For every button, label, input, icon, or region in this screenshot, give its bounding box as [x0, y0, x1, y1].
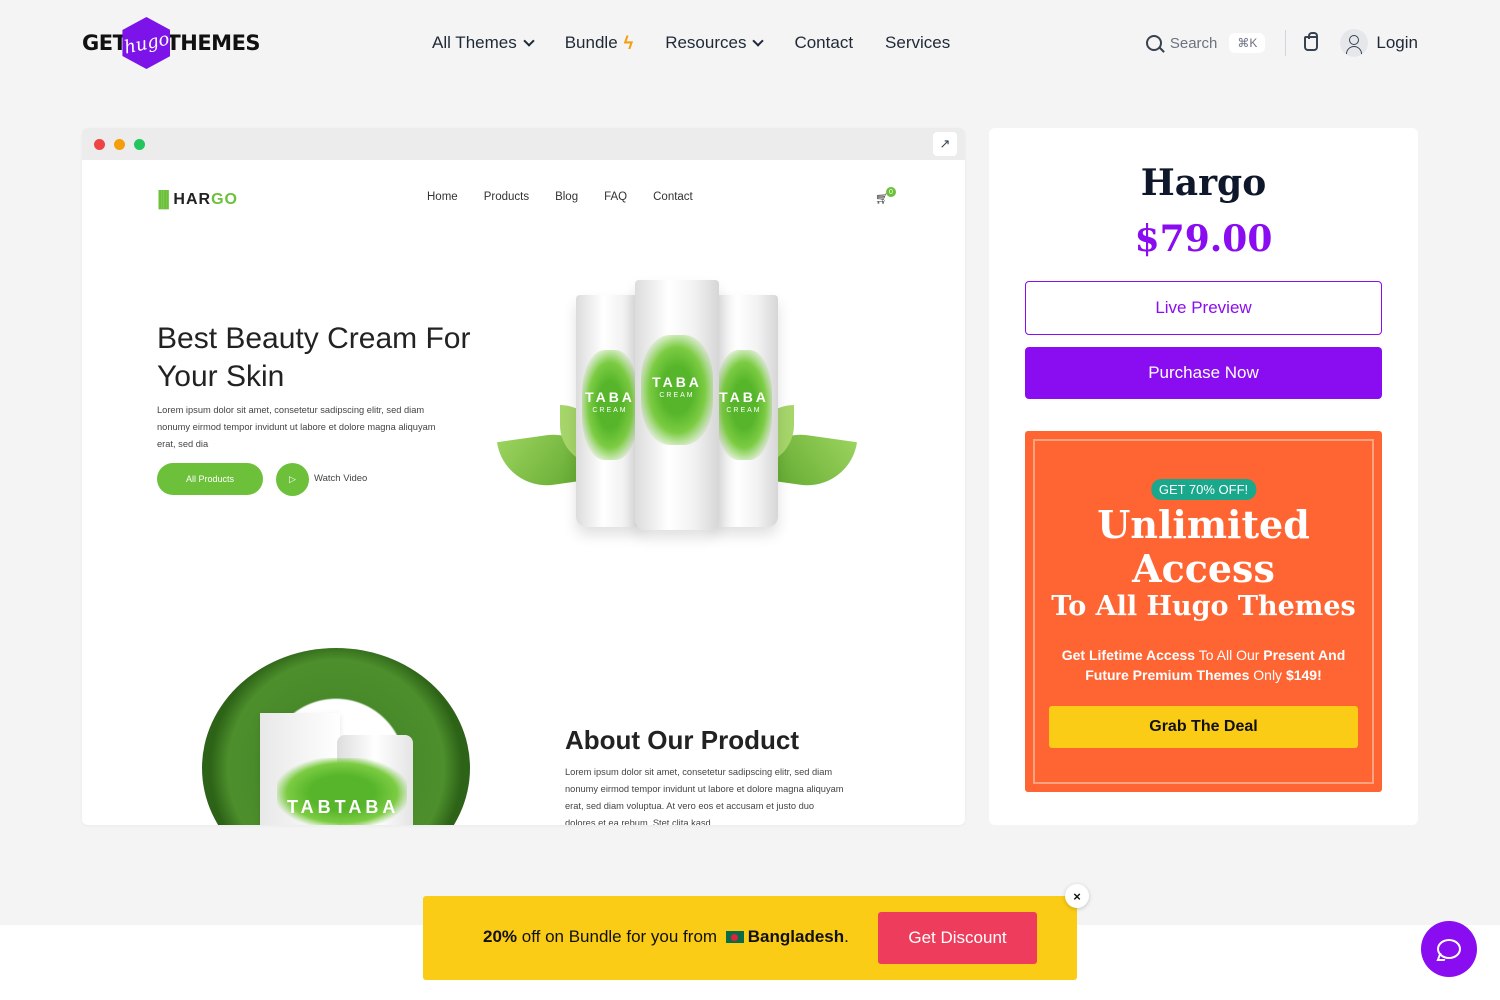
bangladesh-flag-icon [725, 931, 744, 943]
about-title: About Our Product [565, 725, 799, 755]
promo-percent: 20% [483, 927, 518, 946]
chat-button[interactable] [1421, 921, 1477, 977]
chevron-down-icon [752, 34, 765, 47]
hero-title: Best Beauty Cream For Your Skin [157, 322, 471, 393]
preview-nav-blog[interactable]: Blog [555, 191, 578, 203]
nav-all-themes-label: All Themes [432, 33, 517, 52]
tube-label: TABA [719, 389, 769, 405]
nav-resources[interactable]: Resources [665, 33, 765, 53]
live-preview-button[interactable]: Live Preview [1025, 281, 1382, 335]
close-icon[interactable]: × [1065, 884, 1089, 908]
tube-label: TABA [652, 374, 702, 390]
user-icon [1340, 29, 1369, 57]
deal-headline: Unlimited Access [1097, 502, 1310, 591]
nav-services-label: Services [885, 33, 951, 52]
deal-description: Get Lifetime Access To All Our Present A… [1045, 645, 1362, 685]
nav-bundle[interactable]: Bundle ϟ [565, 33, 633, 54]
open-external-icon[interactable]: ↗ [933, 132, 957, 156]
logo-hugo-text: hugo [121, 27, 171, 59]
promo-period: . [844, 927, 849, 946]
deal-text-bold-1: Get Lifetime Access [1061, 647, 1196, 663]
header-divider [1285, 30, 1287, 56]
hero-text: Lorem ipsum dolor sit amet, consetetur s… [157, 405, 436, 449]
window-close-dot [94, 139, 105, 150]
tube-sublabel: CREAM [726, 407, 762, 414]
cream-tube: TABA CREAM [635, 280, 719, 530]
nav-contact-label: Contact [794, 33, 854, 52]
gethugothemes-logo[interactable]: GET hugo THEMES [82, 17, 261, 69]
deal-text-1: To All Our [1195, 647, 1264, 663]
discount-badge: GET 70% OFF! [1150, 479, 1257, 500]
green-splash [582, 350, 638, 460]
play-icon[interactable]: ▷ [276, 463, 309, 496]
promo-text: 20% off on Bundle for you from Banglades… [483, 927, 849, 947]
hargo-logo-text-a: HAR [173, 190, 212, 208]
preview-nav-faq[interactable]: FAQ [604, 191, 627, 203]
tube-sublabel: CREAM [659, 392, 695, 399]
search-shortcut: ⌘K [1229, 33, 1266, 53]
hargo-logo-mark: |||| [157, 188, 171, 210]
bundle-deal-banner: GET 70% OFF! Unlimited Access To All Hug… [1025, 431, 1382, 792]
deal-subheadline: To All Hugo Themes [1051, 591, 1356, 622]
cart-count-badge: 0 [886, 187, 896, 197]
purchase-now-button[interactable]: Purchase Now [1025, 347, 1382, 399]
window-minimize-dot [114, 139, 125, 150]
get-discount-button[interactable]: Get Discount [878, 912, 1037, 964]
green-splash [641, 335, 713, 445]
hargo-logo[interactable]: |||| HARGO [157, 188, 238, 211]
main-nav: All Themes Bundle ϟ Resources Contact Ser… [432, 0, 950, 86]
about-text: Lorem ipsum dolor sit amet, consetetur s… [565, 767, 844, 825]
bolt-icon: ϟ [623, 32, 634, 53]
green-splash [716, 350, 772, 460]
tube-label: TABA [585, 389, 635, 405]
cream-tube: TABA CREAM [576, 295, 644, 527]
nav-all-themes[interactable]: All Themes [432, 33, 535, 53]
preview-site: |||| HARGO Home Products Blog FAQ Contac… [82, 160, 965, 825]
deal-text-bold-3: $149! [1285, 667, 1322, 683]
all-products-button[interactable]: All Products [157, 463, 263, 495]
hargo-logo-text: HARGO [173, 191, 238, 209]
hargo-logo-text-b: GO [211, 190, 238, 208]
preview-nav-home[interactable]: Home [427, 191, 458, 203]
hero-product-image: TABA CREAM TABA CREAM TABA CREAM [497, 275, 857, 535]
header-actions: Search ⌘K Login [1145, 0, 1418, 86]
top-header: GET hugo THEMES All Themes Bundle ϟ Resou… [82, 0, 1418, 86]
nav-bundle-label: Bundle [564, 33, 618, 52]
shopping-bag-icon[interactable] [1304, 31, 1319, 51]
discount-promo-bar: 20% off on Bundle for you from Banglades… [423, 896, 1077, 980]
preview-nav-contact[interactable]: Contact [653, 191, 693, 203]
window-maximize-dot [134, 139, 145, 150]
cream-tube: TABA CREAM [710, 295, 778, 527]
grab-the-deal-button[interactable]: Grab The Deal [1049, 706, 1358, 748]
login-label: Login [1376, 33, 1418, 52]
preview-nav-products[interactable]: Products [484, 191, 529, 203]
chat-bubble-icon [1437, 939, 1461, 959]
search-icon [1145, 35, 1162, 51]
logo-themes-text: THEMES [166, 31, 261, 55]
deal-text-2: Only [1249, 667, 1286, 683]
product-name: Hargo [1140, 162, 1267, 204]
nav-services[interactable]: Services [885, 33, 950, 53]
browser-toolbar: ↗ [82, 128, 965, 160]
logo-get-text: GET [82, 31, 127, 55]
product-image-text: TABTABA [287, 797, 400, 817]
watch-video-link[interactable]: Watch Video [314, 473, 367, 484]
promo-country: Bangladesh [747, 927, 845, 946]
logo-hexagon: hugo [121, 17, 171, 69]
chevron-down-icon [523, 34, 535, 47]
nav-contact[interactable]: Contact [794, 33, 853, 53]
preview-site-nav: Home Products Blog FAQ Contact [427, 191, 693, 203]
nav-resources-label: Resources [665, 33, 747, 52]
product-card: Hargo $79.00 Live Preview Purchase Now G… [989, 128, 1418, 825]
theme-preview-window: ↗ |||| HARGO Home Products Blog FAQ Cont… [82, 128, 965, 825]
login-button[interactable]: Login [1340, 29, 1418, 57]
search-placeholder: Search [1169, 34, 1218, 52]
promo-message: off on Bundle for you from [517, 927, 722, 946]
search-button[interactable]: Search ⌘K [1145, 33, 1266, 53]
product-price: $79.00 [1134, 218, 1273, 260]
tube-sublabel: CREAM [592, 407, 628, 414]
